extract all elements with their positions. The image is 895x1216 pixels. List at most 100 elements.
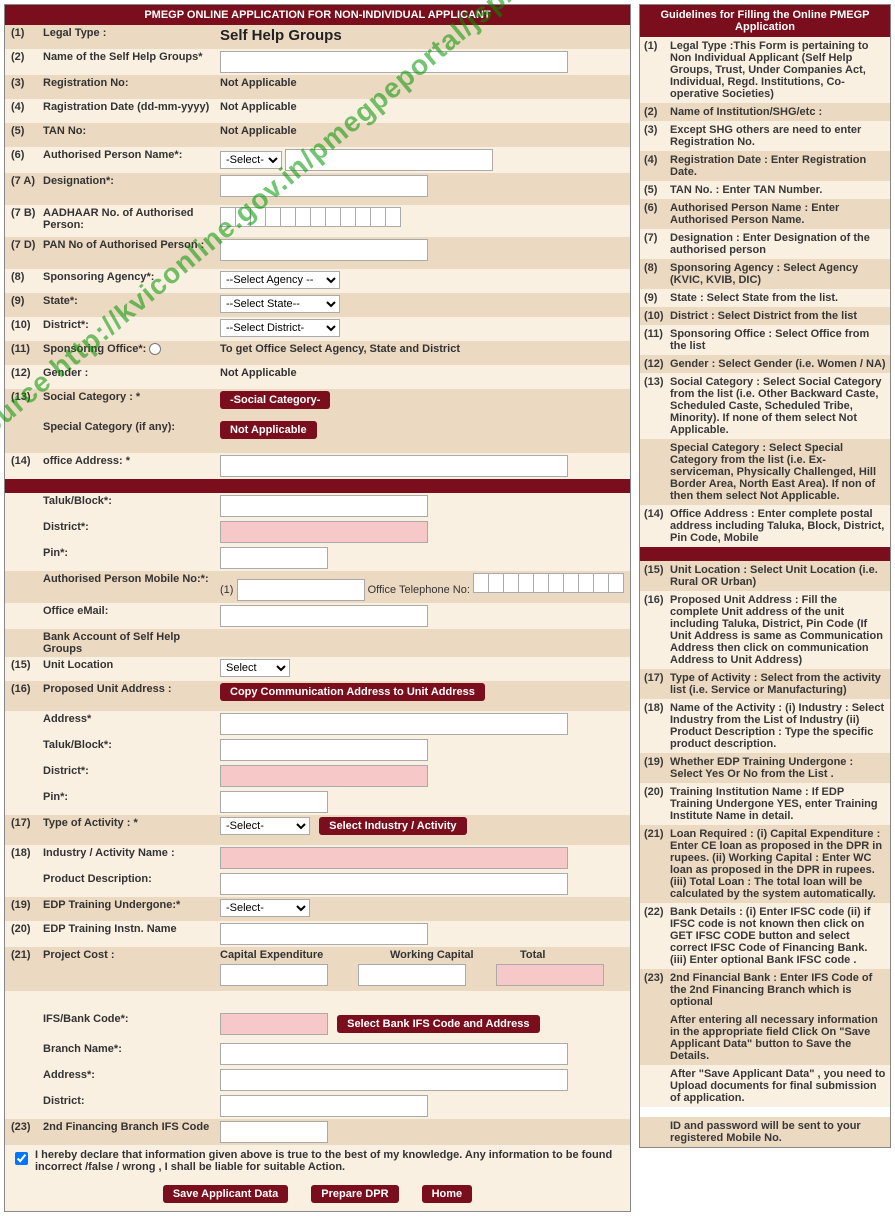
- guideline-num: (6): [644, 202, 670, 226]
- row-num: (9): [5, 295, 41, 307]
- field-label: EDP Training Undergone:*: [41, 899, 218, 911]
- row-num: (3): [5, 77, 41, 89]
- field-label: Registration No:: [41, 77, 218, 89]
- guideline-after: After "Save Applicant Data" , you need t…: [640, 1065, 890, 1107]
- guideline-text: Bank Details : (i) Enter IFSC code (ii) …: [670, 906, 886, 966]
- guideline-text: Whether EDP Training Undergone : Select …: [670, 756, 886, 780]
- guideline-row: (5)TAN No. : Enter TAN Number.: [640, 181, 890, 199]
- row-num: (17): [5, 817, 41, 829]
- pc-total-label: Total: [520, 949, 600, 961]
- office-phone-input[interactable]: [473, 573, 624, 593]
- home-button[interactable]: Home: [422, 1185, 473, 1203]
- field-label: Social Category : *: [41, 391, 218, 403]
- bank-address-input[interactable]: [220, 1069, 568, 1091]
- pc-ce-input[interactable]: [220, 964, 328, 986]
- sponsoring-office-radio[interactable]: [149, 343, 161, 355]
- guideline-text: Special Category : Select Special Catego…: [670, 442, 886, 502]
- guideline-text: Sponsoring Agency : Select Agency (KVIC,…: [670, 262, 886, 286]
- branch-name-input[interactable]: [220, 1043, 568, 1065]
- auth-person-input[interactable]: [285, 149, 493, 171]
- product-desc-input[interactable]: [220, 873, 568, 895]
- save-button[interactable]: Save Applicant Data: [163, 1185, 288, 1203]
- declaration-text: I hereby declare that information given …: [35, 1149, 624, 1173]
- select-ifs-button[interactable]: Select Bank IFS Code and Address: [337, 1015, 539, 1033]
- guideline-text: Sponsoring Office : Select Office from t…: [670, 328, 886, 352]
- state-select[interactable]: --Select State--: [220, 295, 340, 313]
- select-industry-button[interactable]: Select Industry / Activity: [319, 817, 466, 835]
- guideline-text: Type of Activity : Select from the activ…: [670, 672, 886, 696]
- guideline-row: (9)State : Select State from the list.: [640, 289, 890, 307]
- unit-address-input[interactable]: [220, 713, 568, 735]
- guideline-row: (15)Unit Location : Select Unit Location…: [640, 561, 890, 591]
- prepare-dpr-button[interactable]: Prepare DPR: [311, 1185, 398, 1203]
- bank-district-input[interactable]: [220, 1095, 428, 1117]
- aadhaar-input[interactable]: [220, 207, 401, 227]
- ifs-code-input[interactable]: [220, 1013, 328, 1035]
- guideline-after-text: After entering all necessary information…: [670, 1014, 886, 1062]
- guideline-num: (21): [644, 828, 670, 900]
- sponsoring-agency-select[interactable]: --Select Agency --: [220, 271, 340, 289]
- copy-address-button[interactable]: Copy Communication Address to Unit Addre…: [220, 683, 485, 701]
- second-ifs-input[interactable]: [220, 1121, 328, 1143]
- office-phone-label: Office Telephone No:: [368, 584, 470, 596]
- special-category-button[interactable]: Not Applicable: [220, 421, 317, 439]
- pc-ce-label: Capital Expenditure: [220, 949, 390, 961]
- unit-pin-input[interactable]: [220, 791, 328, 813]
- guideline-num: (20): [644, 786, 670, 822]
- separator-bar: [5, 479, 630, 493]
- district-input[interactable]: [220, 521, 428, 543]
- office-email-input[interactable]: [220, 605, 428, 627]
- field-label: Designation*:: [41, 175, 218, 187]
- edp-training-select[interactable]: -Select-: [220, 899, 310, 917]
- field-label: EDP Training Instn. Name: [41, 923, 218, 935]
- social-category-button[interactable]: -Social Category-: [220, 391, 330, 409]
- unit-taluk-input[interactable]: [220, 739, 428, 761]
- field-label: District:: [41, 1095, 218, 1107]
- mobile-input[interactable]: [237, 579, 365, 601]
- guideline-row: (16)Proposed Unit Address : Fill the com…: [640, 591, 890, 669]
- field-label: TAN No:: [41, 125, 218, 137]
- field-label: Office eMail:: [41, 605, 218, 617]
- guideline-num: (12): [644, 358, 670, 370]
- form-panel: PMEGP ONLINE APPLICATION FOR NON-INDIVID…: [4, 4, 631, 1212]
- taluk-input[interactable]: [220, 495, 428, 517]
- guideline-row: (13)Social Category : Select Social Cate…: [640, 373, 890, 439]
- mobile-prefix: (1): [220, 584, 233, 596]
- guideline-text: Name of the Activity : (i) Industry : Se…: [670, 702, 886, 750]
- activity-type-select[interactable]: -Select-: [220, 817, 310, 835]
- unit-location-select[interactable]: Select: [220, 659, 290, 677]
- row-num: (6): [5, 149, 41, 161]
- designation-input[interactable]: [220, 175, 428, 197]
- field-label: Branch Name*:: [41, 1043, 218, 1055]
- name-input[interactable]: [220, 51, 568, 73]
- district-select[interactable]: --Select District-: [220, 319, 340, 337]
- edp-instn-input[interactable]: [220, 923, 428, 945]
- row-num: (1): [5, 27, 41, 39]
- office-address-input[interactable]: [220, 455, 568, 477]
- guideline-row: (10)District : Select District from the …: [640, 307, 890, 325]
- declaration-checkbox[interactable]: [15, 1152, 28, 1165]
- guideline-text: Proposed Unit Address : Fill the complet…: [670, 594, 886, 666]
- guideline-row: (19)Whether EDP Training Undergone : Sel…: [640, 753, 890, 783]
- pin-input[interactable]: [220, 547, 328, 569]
- guideline-text: Legal Type :This Form is pertaining to N…: [670, 40, 886, 100]
- field-label: AADHAAR No. of Authorised Person:: [41, 207, 218, 231]
- guideline-num: (23): [644, 972, 670, 1008]
- auth-person-select[interactable]: -Select-: [220, 151, 282, 169]
- guideline-text: Office Address : Enter complete postal a…: [670, 508, 886, 544]
- pan-input[interactable]: [220, 239, 428, 261]
- guideline-num: (4): [644, 154, 670, 178]
- row-num: (14): [5, 455, 41, 467]
- industry-name-input[interactable]: [220, 847, 568, 869]
- pc-wc-input[interactable]: [358, 964, 466, 986]
- row-num: (8): [5, 271, 41, 283]
- guideline-num: (8): [644, 262, 670, 286]
- guideline-row: (22)Bank Details : (i) Enter IFSC code (…: [640, 903, 890, 969]
- unit-district-input[interactable]: [220, 765, 428, 787]
- guideline-num: (10): [644, 310, 670, 322]
- guideline-text: Except SHG others are need to enter Regi…: [670, 124, 886, 148]
- guideline-num: (5): [644, 184, 670, 196]
- guideline-after-text: ID and password will be sent to your reg…: [670, 1120, 886, 1144]
- guideline-row: (4)Registration Date : Enter Registratio…: [640, 151, 890, 181]
- pc-total-input[interactable]: [496, 964, 604, 986]
